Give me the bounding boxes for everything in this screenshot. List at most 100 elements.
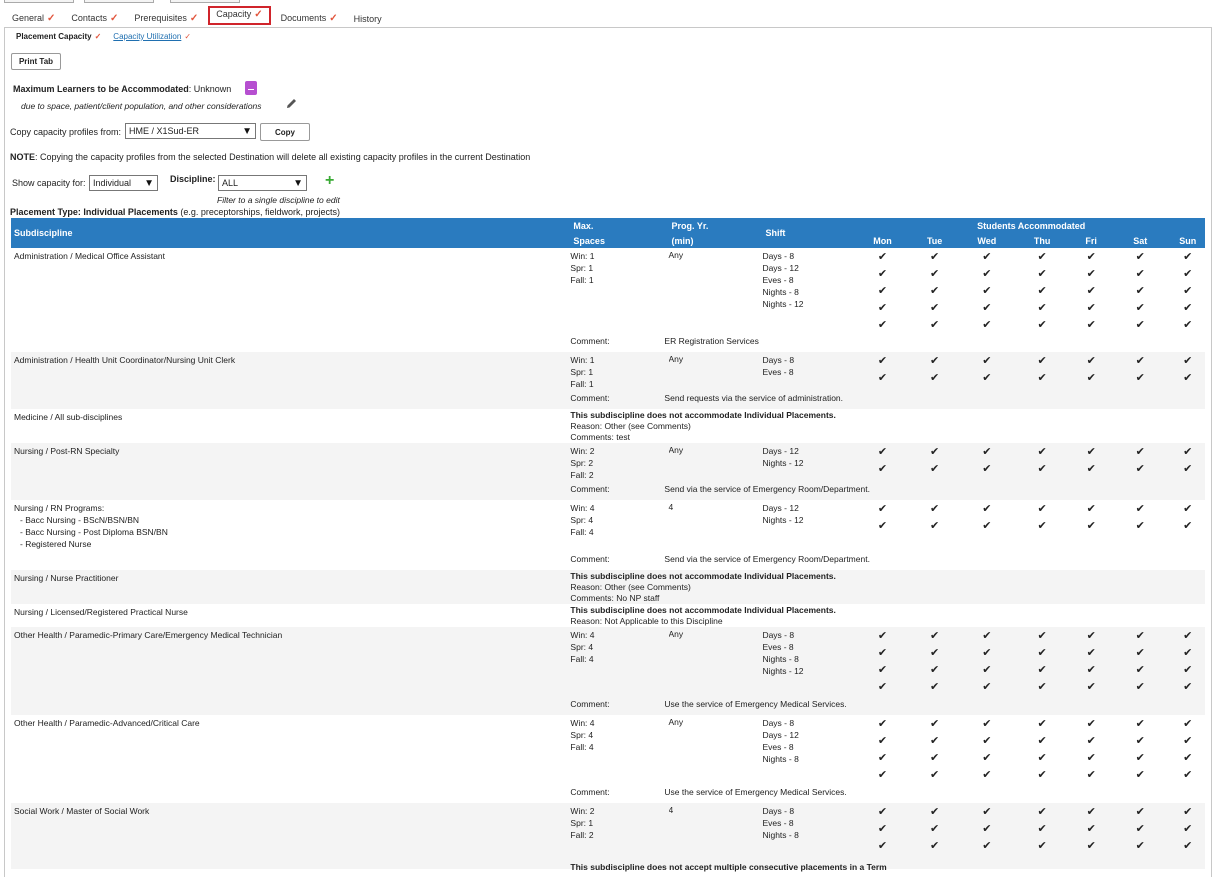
checkmark-icon: ✔ <box>930 355 940 367</box>
day-cell-sun: ✔ ✔ <box>1170 500 1205 570</box>
checkmark-icon: ✔ <box>982 664 992 676</box>
book-icon[interactable] <box>245 81 257 95</box>
table-row: Social Work / Master of Social Work Win: … <box>11 803 1205 872</box>
checkmark-icon: ✔ <box>1183 285 1193 297</box>
day-cell-sun: ✔ ✔ <box>1170 352 1205 409</box>
subtab-capacity-utilization[interactable]: Capacity Utilization ✓ <box>113 32 191 41</box>
checkmark-icon: ✔ <box>1135 319 1145 331</box>
checkmark-icon: ✔ <box>982 503 992 515</box>
day-cell-thu: ✔ ✔ <box>1012 500 1073 570</box>
checkmark-icon: ✔ <box>1183 752 1193 764</box>
checkmark-icon: ✔ <box>982 268 992 280</box>
subdiscipline-cell: Nursing / Nurse Practitioner <box>11 570 571 604</box>
checkmark-icon: ✔ <box>1037 718 1047 730</box>
discipline-select[interactable]: ALL ▼ <box>218 175 307 191</box>
space-line: Fall: 2 <box>570 470 594 480</box>
shift-line: Days - 8 <box>762 718 795 728</box>
space-line: Win: 2 <box>570 806 595 816</box>
header-day-thu: Thu <box>1011 233 1073 248</box>
day-cell-thu: ✔ ✔ ✔ ✔ <box>1012 715 1073 803</box>
checkmark-icon: ✔ <box>1135 372 1145 384</box>
max-learners: Maximum Learners to be Accommodated: Unk… <box>13 84 232 94</box>
max-learners-note: due to space, patient/client population,… <box>21 101 262 111</box>
print-tab-button[interactable]: Print Tab <box>11 53 61 70</box>
checkmark-icon: ✔ <box>1037 823 1047 835</box>
copy-button[interactable]: Copy <box>260 123 310 141</box>
checkmark-icon: ✔ <box>1135 840 1145 852</box>
header-day-fri: Fri <box>1072 233 1110 248</box>
checkmark-icon: ✔ <box>1086 664 1096 676</box>
tab-contacts[interactable]: Contacts ✓ <box>63 11 126 27</box>
subtab-placement-capacity[interactable]: Placement Capacity ✓ <box>16 32 101 41</box>
checkmark-icon: ✔ <box>1037 251 1047 263</box>
checkmark-icon: ✔ <box>1086 285 1096 297</box>
space-line: Fall: 4 <box>570 742 594 752</box>
show-capacity-select[interactable]: Individual ▼ <box>89 175 158 191</box>
space-line: Spr: 1 <box>570 263 594 273</box>
day-cell-fri: ✔ ✔ <box>1072 500 1110 570</box>
note-text: NOTE: Copying the capacity profiles from… <box>10 152 531 162</box>
day-cell-mon: ✔ ✔ ✔ ✔ <box>857 627 908 715</box>
tab-label: History <box>353 14 382 24</box>
day-cell-tue: ✔ ✔ ✔ <box>907 803 962 869</box>
tab-history[interactable]: History <box>346 12 390 27</box>
checkmark-icon: ✔ <box>1037 647 1047 659</box>
checkmark-icon: ✔ <box>1086 446 1096 458</box>
tab-prerequisites[interactable]: Prerequisites ✓ <box>126 11 206 27</box>
dropdown-arrow-icon: ▼ <box>242 125 252 137</box>
checkmark-icon: ✔ <box>877 355 888 367</box>
shift-line: Days - 12 <box>762 730 799 740</box>
check-icon: ✓ <box>189 13 199 24</box>
comment-label: Comment: <box>570 393 610 403</box>
subdiscipline-line: - Bacc Nursing - Post Diploma BSN/BN <box>20 527 168 537</box>
tab-general[interactable]: General ✓ <box>4 11 63 27</box>
spaces-cell: Win: 2 Spr: 2 Fall: 2 Comment: Send via the … <box>570 443 870 500</box>
checkmark-icon: ✔ <box>1086 718 1096 730</box>
day-cell-mon: ✔ ✔ <box>857 352 908 409</box>
checkmark-icon: ✔ <box>877 752 888 764</box>
checkmark-icon: ✔ <box>982 752 992 764</box>
checkmark-icon: ✔ <box>1086 769 1096 781</box>
checkmark-icon: ✔ <box>877 840 888 852</box>
tab-capacity[interactable]: Capacity ✓ <box>208 6 271 25</box>
day-cell-fri: ✔ ✔ <box>1072 443 1110 500</box>
checkmark-icon: ✔ <box>877 735 888 747</box>
add-icon[interactable]: + <box>325 173 334 189</box>
day-cell-sat: ✔ ✔ ✔ ✔ ✔ <box>1110 248 1171 352</box>
checkmark-icon: ✔ <box>1086 806 1096 818</box>
checkmark-icon: ✔ <box>1037 752 1047 764</box>
checkmark-icon: ✔ <box>1183 630 1193 642</box>
checkmark-icon: ✔ <box>1183 463 1193 475</box>
checkmark-icon: ✔ <box>877 372 888 384</box>
pencil-icon[interactable] <box>285 97 298 110</box>
subdiscipline-line: Nursing / Post-RN Specialty <box>14 446 120 456</box>
shift-line: Eves - 8 <box>762 818 794 828</box>
copy-source-select[interactable]: HME / X1Sud-ER ▼ <box>125 123 256 139</box>
table-row: Medicine / All sub-disciplines This subdi… <box>11 409 1205 443</box>
space-line: Fall: 1 <box>570 379 594 389</box>
checkmark-icon: ✔ <box>930 735 940 747</box>
subdiscipline-line: Administration / Health Unit Coordinator… <box>14 355 236 365</box>
comment-row: Comment: Send via the service of Emergenc… <box>570 554 870 564</box>
checkmark-icon: ✔ <box>1135 302 1145 314</box>
subtab-bar: Placement Capacity ✓ Capacity Utilization… <box>16 32 191 41</box>
checkmark-icon: ✔ <box>1037 664 1047 676</box>
notice-line: Comments: test <box>570 432 630 442</box>
header-subdiscipline: Subdiscipline <box>11 218 571 248</box>
checkmark-icon: ✔ <box>1135 735 1145 747</box>
subdiscipline-cell: Medicine / All sub-disciplines <box>11 409 570 443</box>
shift-line: Days - 8 <box>762 806 795 816</box>
checkmark-icon: ✔ <box>1086 752 1096 764</box>
check-icon: ✓ <box>254 9 263 20</box>
subdiscipline-cell: Administration / Health Unit Coordinator… <box>11 352 571 409</box>
space-line: Spr: 4 <box>570 642 594 652</box>
header-day-sun: Sun <box>1170 233 1205 248</box>
shift-line: Days - 12 <box>762 503 799 513</box>
comment-row: Comment: Use the service of Emergency Med… <box>570 699 846 709</box>
subdiscipline-cell: Nursing / RN Programs: - Bacc Nursing - B… <box>11 500 570 570</box>
shift-line: Nights - 12 <box>762 299 804 309</box>
tab-documents[interactable]: Documents ✓ <box>273 11 346 27</box>
day-cell-wed: ✔ ✔ ✔ ✔ <box>961 627 1012 715</box>
checkmark-icon: ✔ <box>1037 268 1047 280</box>
shift-line: Nights - 12 <box>762 515 804 525</box>
